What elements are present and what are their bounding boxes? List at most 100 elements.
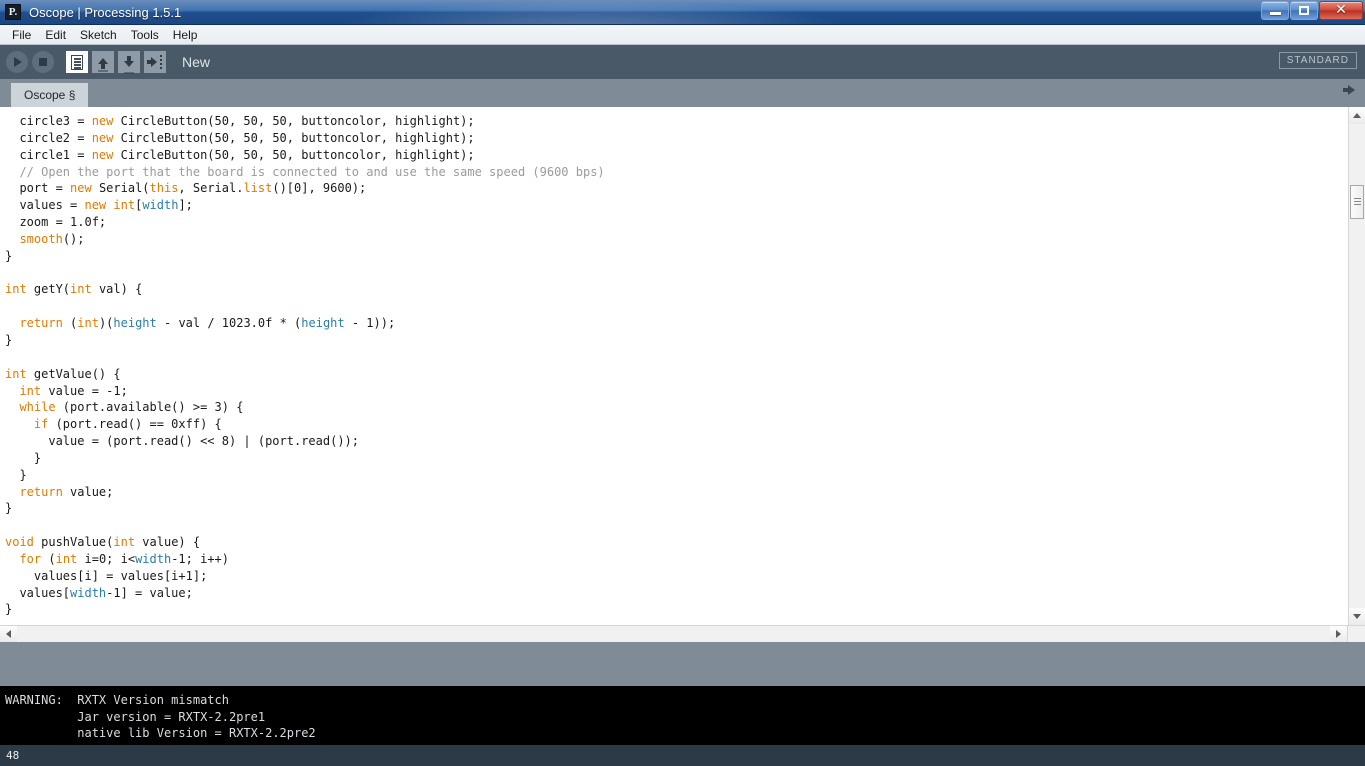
tab-oscope[interactable]: Oscope §: [11, 83, 89, 107]
code-token: val) {: [91, 282, 143, 297]
run-icon: [6, 51, 28, 73]
line-number-indicator: 48: [6, 749, 20, 762]
code-line: }: [5, 601, 1348, 618]
code-token: int: [55, 551, 78, 566]
window-controls: ✕: [1261, 1, 1363, 20]
menu-item-tools[interactable]: Tools: [124, 26, 166, 44]
stop-square-icon: [39, 58, 47, 66]
code-line: }: [5, 500, 1348, 517]
code-token: void: [5, 535, 34, 550]
tab-overflow-arrow-icon[interactable]: [1343, 85, 1355, 95]
stop-button[interactable]: [32, 51, 54, 73]
code-line: return value;: [5, 484, 1348, 501]
code-token: new: [91, 147, 114, 162]
code-token: width: [70, 585, 107, 600]
code-token: // Open the port that the board is conne…: [5, 164, 605, 179]
menu-item-file[interactable]: File: [5, 26, 38, 44]
code-token: int: [19, 383, 42, 398]
code-editor[interactable]: circle3 = new CircleButton(50, 50, 50, b…: [0, 107, 1348, 625]
console-line: Jar version = RXTX-2.2pre1: [5, 709, 266, 724]
new-document-icon: [66, 51, 88, 73]
code-token: values =: [5, 198, 85, 213]
open-folder-icon: [92, 51, 114, 73]
code-token: CircleButton(50, 50, 50, buttoncolor, hi…: [113, 114, 475, 128]
code-token: value = (port.read() << 8) | (port.read(…: [5, 434, 360, 449]
code-line: }: [5, 332, 1348, 349]
scroll-up-arrow-icon[interactable]: [1349, 107, 1365, 124]
export-arrow-icon: [144, 51, 166, 73]
code-line: value = (port.read() << 8) | (port.read(…: [5, 433, 1348, 450]
code-token: int: [113, 198, 136, 213]
code-token: )(: [98, 316, 114, 331]
code-token: return: [19, 316, 63, 331]
code-token: height: [301, 316, 345, 331]
new-button[interactable]: [66, 51, 88, 73]
code-line: }: [5, 467, 1348, 484]
code-token: int: [70, 282, 92, 297]
code-token: ];: [178, 198, 193, 213]
menu-item-edit[interactable]: Edit: [38, 26, 73, 44]
code-token: pushValue(: [33, 535, 114, 550]
code-token: CircleButton(50, 50, 50, buttoncolor, hi…: [113, 147, 475, 162]
scroll-right-arrow-icon[interactable]: [1330, 626, 1347, 642]
code-token: }: [5, 248, 13, 263]
code-line: values[i] = values[i+1];: [5, 568, 1348, 585]
code-line: }: [5, 248, 1348, 265]
editor-console-divider[interactable]: [0, 642, 1365, 686]
code-token: while: [19, 400, 56, 415]
code-token: }: [5, 450, 42, 465]
code-token: }: [5, 467, 27, 482]
code-token: i=0; i<: [77, 551, 136, 566]
mode-selector[interactable]: STANDARD: [1278, 52, 1357, 69]
code-token: getY(: [26, 282, 71, 297]
code-token: (: [41, 551, 56, 566]
code-token: (port.read() == 0xff) {: [48, 417, 222, 432]
export-button[interactable]: [144, 51, 166, 73]
code-token: width: [142, 198, 179, 213]
stop-icon: [32, 51, 54, 73]
code-line: values[width-1] = value;: [5, 585, 1348, 602]
code-token: value) {: [135, 535, 201, 550]
restore-icon: [1299, 6, 1309, 15]
run-button[interactable]: [6, 51, 28, 73]
code-token: zoom = 1.0f;: [5, 215, 107, 230]
code-line: if (port.read() == 0xff) {: [5, 416, 1348, 433]
code-token: new: [91, 114, 114, 128]
code-token: for: [19, 551, 42, 566]
menu-item-sketch[interactable]: Sketch: [73, 26, 124, 44]
horizontal-scroll-track[interactable]: [17, 626, 1330, 642]
code-token: value = -1;: [41, 383, 128, 398]
open-button[interactable]: [92, 51, 114, 73]
code-token: , Serial.: [178, 181, 244, 196]
code-token: - 1));: [344, 316, 396, 331]
code-token: new: [70, 181, 92, 196]
console-line: WARNING: RXTX Version mismatch: [5, 693, 229, 707]
editor-horizontal-scrollbar[interactable]: [0, 625, 1365, 642]
play-triangle-icon: [14, 57, 22, 67]
save-button[interactable]: [118, 51, 140, 74]
menu-item-help[interactable]: Help: [166, 26, 205, 44]
scroll-left-arrow-icon[interactable]: [0, 626, 17, 642]
code-token: width: [135, 551, 172, 566]
code-token: Serial(: [91, 181, 150, 196]
minimize-button[interactable]: [1261, 1, 1289, 20]
scroll-down-arrow-icon[interactable]: [1349, 608, 1365, 625]
menu-bar: File Edit Sketch Tools Help: [0, 25, 1365, 45]
titlebar-sheen: [330, 0, 850, 24]
code-token: }: [5, 602, 13, 617]
maximize-button[interactable]: [1290, 1, 1318, 20]
code-line: for (int i=0; i<width-1; i++): [5, 551, 1348, 568]
code-token: circle2 =: [5, 130, 92, 145]
console-output[interactable]: WARNING: RXTX Version mismatch Jar versi…: [0, 686, 1365, 745]
window-title: Oscope | Processing 1.5.1: [29, 4, 182, 20]
editor-vertical-scrollbar[interactable]: [1348, 107, 1365, 625]
code-token: list: [243, 181, 273, 196]
close-button[interactable]: ✕: [1319, 1, 1363, 20]
code-token: new: [84, 198, 107, 213]
code-token: }: [5, 501, 13, 516]
vertical-scroll-thumb[interactable]: [1350, 185, 1364, 219]
